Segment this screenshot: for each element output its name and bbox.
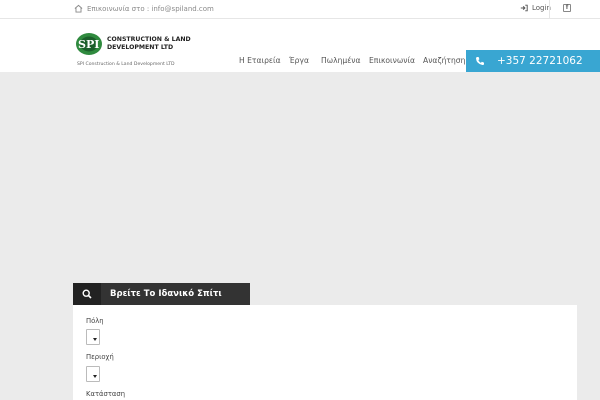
contact-text: Επικοινωνία στο : info@spiland.com bbox=[87, 4, 214, 13]
logo-subtitle: SPI Construction & Land Development LTD bbox=[77, 62, 175, 67]
search-icon bbox=[82, 289, 92, 299]
phone-button[interactable]: +357 22721062 bbox=[466, 50, 600, 72]
search-title: Βρείτε Το Ιδανικό Σπίτι bbox=[110, 289, 222, 299]
status-label: Κατάσταση bbox=[86, 390, 126, 398]
login-link[interactable]: Login bbox=[520, 4, 551, 12]
nav-item-sold[interactable]: Πωλημένα bbox=[321, 56, 361, 65]
home-icon bbox=[74, 4, 83, 13]
search-header: Βρείτε Το Ιδανικό Σπίτι bbox=[73, 283, 250, 305]
logo-title-line2: DEVELOPMENT LTD bbox=[107, 44, 174, 51]
nav-item-search[interactable]: Αναζήτηση bbox=[423, 56, 465, 65]
phone-icon bbox=[476, 57, 484, 66]
phone-number: +357 22721062 bbox=[497, 55, 583, 67]
search-panel: Πόλη Περιοχή Κατάσταση bbox=[73, 305, 577, 400]
facebook-icon[interactable]: f bbox=[563, 4, 571, 12]
nav-item-projects[interactable]: Έργα bbox=[289, 56, 309, 65]
top-bar: Επικοινωνία στο : info@spiland.com Login… bbox=[0, 0, 600, 19]
logo-title-line1: CONSTRUCTION & LAND bbox=[107, 36, 191, 43]
divider bbox=[549, 0, 550, 19]
city-select[interactable] bbox=[86, 329, 100, 345]
sign-in-icon bbox=[520, 4, 528, 12]
area-label: Περιοχή bbox=[86, 353, 114, 361]
city-label: Πόλη bbox=[86, 317, 104, 325]
area-select[interactable] bbox=[86, 366, 100, 382]
search-icon-box bbox=[73, 283, 101, 305]
contact-info[interactable]: Επικοινωνία στο : info@spiland.com bbox=[74, 4, 214, 13]
logo-mark: SPI bbox=[76, 33, 102, 55]
nav-item-contact[interactable]: Επικοινωνία bbox=[369, 56, 415, 65]
nav-item-company[interactable]: Η Εταιρεία bbox=[239, 56, 281, 65]
logo-mark-text: SPI bbox=[78, 38, 99, 51]
logo-title: CONSTRUCTION & LAND DEVELOPMENT LTD bbox=[107, 36, 191, 52]
site-logo[interactable]: SPI CONSTRUCTION & LAND DEVELOPMENT LTD … bbox=[75, 30, 191, 70]
